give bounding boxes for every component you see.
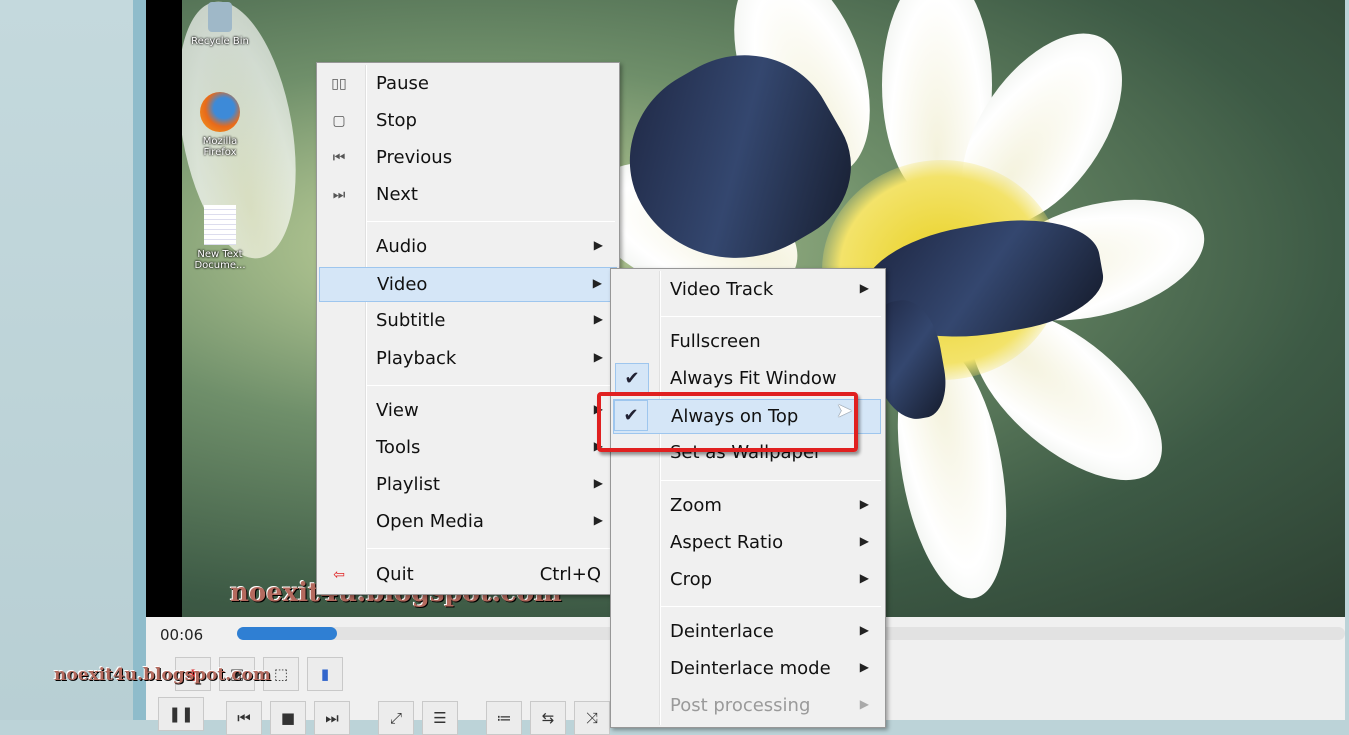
desktop-background-pane <box>0 0 133 720</box>
menu-item-playback[interactable]: Playback ▶ <box>319 342 617 377</box>
video-submenu: Video Track ▶ Fullscreen ✔ Always Fit Wind… <box>610 268 886 728</box>
controls-watermark: noexit4u.blogspot.com <box>54 665 271 685</box>
submenu-arrow-icon: ▶ <box>593 476 603 490</box>
next-button[interactable]: ⏭ <box>314 701 350 735</box>
checkmark-icon: ✔ <box>615 363 649 394</box>
menu-item-playlist[interactable]: Playlist ▶ <box>319 468 617 503</box>
next-icon: ⏭ <box>332 187 346 203</box>
desktop-icon-text-document[interactable]: New Text Docume... <box>185 205 255 271</box>
pause-icon: ▯▯ <box>331 76 347 92</box>
seek-bar-fill <box>237 627 337 640</box>
film-icon: ▮ <box>320 665 330 683</box>
window-border <box>133 0 146 720</box>
fullscreen-button[interactable]: ⤢ <box>378 701 414 735</box>
menu-item-tools[interactable]: Tools ▶ <box>319 431 617 466</box>
menu-item-open-media[interactable]: Open Media ▶ <box>319 505 617 540</box>
submenu-arrow-icon: ▶ <box>859 497 869 511</box>
playlist-button[interactable]: ≔ <box>486 701 522 735</box>
fullscreen-icon: ⤢ <box>389 709 402 727</box>
shuffle-icon: ⤨ <box>585 709 598 727</box>
stop-icon: ■ <box>280 709 296 727</box>
menu-item-stop[interactable]: ▢ Stop <box>319 104 617 139</box>
menu-separator <box>367 221 615 222</box>
previous-icon: ⏮ <box>237 709 251 727</box>
submenu-arrow-icon: ▶ <box>593 312 603 326</box>
submenu-arrow-icon: ▶ <box>859 660 869 674</box>
next-icon: ⏭ <box>325 709 339 727</box>
recycle-bin-icon <box>208 2 232 32</box>
submenu-arrow-icon: ▶ <box>592 276 602 290</box>
menu-item-audio[interactable]: Audio ▶ <box>319 230 617 265</box>
menu-item-video[interactable]: Video ▶ <box>319 267 617 302</box>
quit-shortcut: Ctrl+Q <box>539 564 601 585</box>
previous-button[interactable]: ⏮ <box>226 701 262 735</box>
repeat-button[interactable]: ⇆ <box>530 701 566 735</box>
stop-button[interactable]: ■ <box>270 701 306 735</box>
submenu-arrow-icon: ▶ <box>593 513 603 527</box>
shuffle-button[interactable]: ⤨ <box>574 701 610 735</box>
submenu-arrow-icon: ▶ <box>859 623 869 637</box>
text-document-icon <box>204 205 236 245</box>
menu-item-deinterlace-mode[interactable]: Deinterlace mode ▶ <box>613 652 883 687</box>
menu-separator <box>367 548 615 549</box>
playlist-icon: ≔ <box>496 709 512 727</box>
menu-separator <box>661 316 881 317</box>
submenu-arrow-icon: ▶ <box>859 281 869 295</box>
equalizer-icon: ☰ <box>433 709 447 727</box>
menu-item-subtitle[interactable]: Subtitle ▶ <box>319 304 617 339</box>
menu-item-zoom[interactable]: Zoom ▶ <box>613 489 883 524</box>
menu-item-fullscreen[interactable]: Fullscreen <box>613 325 883 360</box>
repeat-icon: ⇆ <box>541 709 555 727</box>
menu-item-pause[interactable]: ▯▯ Pause <box>319 67 617 102</box>
menu-separator <box>661 480 881 481</box>
equalizer-button[interactable]: ☰ <box>422 701 458 735</box>
menu-item-video-track[interactable]: Video Track ▶ <box>613 273 883 308</box>
menu-item-quit[interactable]: ⇦ Quit Ctrl+Q <box>319 558 617 593</box>
stop-icon: ▢ <box>332 113 346 129</box>
pause-icon: ❚❚ <box>168 705 194 723</box>
play-pause-button[interactable]: ❚❚ <box>158 697 204 731</box>
submenu-arrow-icon: ▶ <box>593 238 603 252</box>
desktop-icon-recycle-bin[interactable]: Recycle Bin <box>185 2 255 47</box>
menu-item-deinterlace[interactable]: Deinterlace ▶ <box>613 615 883 650</box>
submenu-arrow-icon: ▶ <box>859 571 869 585</box>
menu-item-crop[interactable]: Crop ▶ <box>613 563 883 598</box>
context-menu: ▯▯ Pause ▢ Stop ⏮ Previous ⏭ Next Audio ▶ Vid… <box>316 62 620 595</box>
menu-item-view[interactable]: View ▶ <box>319 394 617 429</box>
menu-item-previous[interactable]: ⏮ Previous <box>319 141 617 176</box>
mouse-cursor-icon: ➤ <box>836 398 853 422</box>
submenu-arrow-icon: ▶ <box>859 534 869 548</box>
previous-icon: ⏮ <box>332 150 346 166</box>
frame-step-button[interactable]: ▮ <box>307 657 343 691</box>
submenu-arrow-icon: ▶ <box>593 350 603 364</box>
video-letterbox <box>146 0 182 617</box>
firefox-icon <box>200 92 240 132</box>
menu-item-post-processing: Post processing ▶ <box>670 695 869 716</box>
menu-separator <box>367 385 615 386</box>
loop-icon: ⬚ <box>273 665 289 683</box>
menu-separator <box>661 606 881 607</box>
quit-icon: ⇦ <box>333 567 345 583</box>
submenu-arrow-icon: ▶ <box>859 697 869 711</box>
menu-item-next[interactable]: ⏭ Next <box>319 178 617 213</box>
highlight-annotation <box>597 392 858 452</box>
menu-item-aspect-ratio[interactable]: Aspect Ratio ▶ <box>613 526 883 561</box>
elapsed-time: 00:06 <box>160 626 204 644</box>
desktop-icon-firefox[interactable]: Mozilla Firefox <box>185 92 255 158</box>
